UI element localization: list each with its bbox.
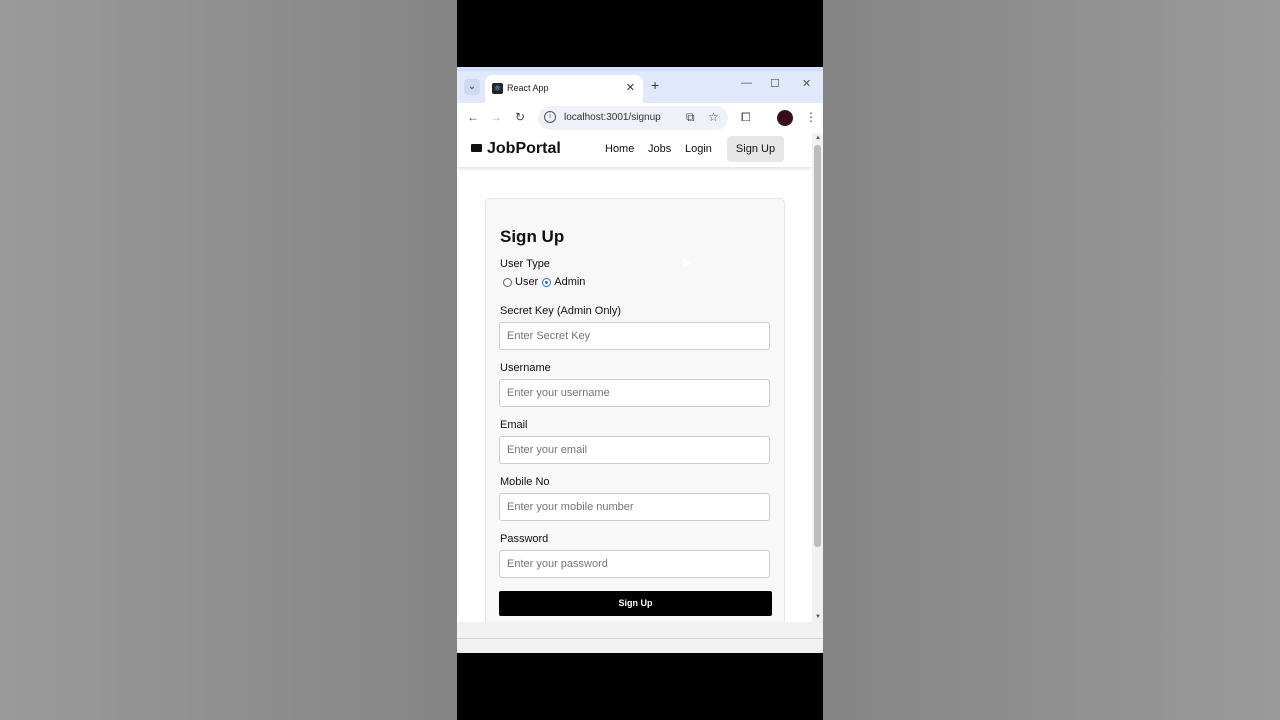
password-input[interactable]: Enter your password xyxy=(499,550,770,578)
signup-card: Sign Up User Type User Admin Secret Key … xyxy=(485,198,785,622)
browser-tab[interactable]: ⚛ React App ✕ xyxy=(485,75,643,103)
url-text: localhost:3001/signup xyxy=(564,112,661,123)
tab-search-chevron-icon[interactable]: ⌄ xyxy=(464,79,480,95)
form-title: Sign Up xyxy=(500,227,565,246)
nav-home-link[interactable]: Home xyxy=(605,143,634,155)
signup-submit-button[interactable]: Sign Up xyxy=(499,591,772,616)
site-info-icon[interactable]: i xyxy=(544,111,556,123)
briefcase-icon xyxy=(471,144,482,152)
close-window-icon[interactable]: ✕ xyxy=(802,77,811,90)
background-right xyxy=(823,0,1280,720)
nav-login-link[interactable]: Login xyxy=(685,143,712,155)
username-input[interactable]: Enter your username xyxy=(499,379,770,407)
bottom-bar xyxy=(457,622,823,653)
forward-arrow-icon[interactable]: → xyxy=(490,110,502,124)
tab-strip: ⌄ ⚛ React App ✕ + — ☐ ✕ xyxy=(457,71,823,103)
new-tab-icon[interactable]: + xyxy=(651,77,659,93)
email-label: Email xyxy=(500,419,528,431)
username-label: Username xyxy=(500,362,551,374)
tab-title: React App xyxy=(507,83,549,93)
extensions-icon[interactable]: ⧠ xyxy=(741,110,751,125)
user-type-label: User Type xyxy=(500,258,550,270)
user-radio[interactable] xyxy=(503,277,512,287)
brand-logo[interactable]: JobPortal xyxy=(471,140,561,158)
bottom-divider xyxy=(457,638,823,639)
mobile-label: Mobile No xyxy=(500,476,550,488)
browser-toolbar: ← → ↻ i localhost:3001/signup ⧉ ☆ ⧠ ⋮ xyxy=(457,103,823,133)
page-scrollbar[interactable]: ▲ ▼ xyxy=(812,133,823,622)
user-type-radio-group: User Admin xyxy=(503,276,589,288)
close-tab-icon[interactable]: ✕ xyxy=(626,81,635,94)
maximize-icon[interactable]: ☐ xyxy=(770,77,780,90)
secret-key-input[interactable]: Enter Secret Key xyxy=(499,322,770,350)
scroll-thumb[interactable] xyxy=(814,145,821,547)
user-radio-label[interactable]: User xyxy=(515,276,538,288)
admin-radio[interactable] xyxy=(542,277,552,287)
scroll-down-arrow-icon[interactable]: ▼ xyxy=(815,614,821,620)
address-bar[interactable]: i localhost:3001/signup ⧉ ☆ xyxy=(538,106,728,130)
install-app-icon[interactable]: ⧉ xyxy=(686,110,695,125)
scroll-up-arrow-icon[interactable]: ▲ xyxy=(815,135,821,141)
admin-radio-label[interactable]: Admin xyxy=(554,276,585,288)
profile-avatar[interactable] xyxy=(777,110,793,126)
password-label: Password xyxy=(500,533,549,545)
site-navbar: JobPortal Home Jobs Login Sign Up xyxy=(457,133,812,167)
page-viewport: JobPortal Home Jobs Login Sign Up Sign U… xyxy=(457,133,812,622)
brand-name: JobPortal xyxy=(487,140,561,157)
background-left xyxy=(0,0,457,720)
browser-window: ⌄ ⚛ React App ✕ + — ☐ ✕ ← → ↻ i localhos… xyxy=(457,67,823,622)
nav-signup-button[interactable]: Sign Up xyxy=(727,136,784,162)
reload-icon[interactable]: ↻ xyxy=(515,110,525,124)
bookmark-star-icon[interactable]: ☆ xyxy=(708,110,719,124)
back-arrow-icon[interactable]: ← xyxy=(467,110,479,124)
more-menu-icon[interactable]: ⋮ xyxy=(805,110,817,124)
email-input[interactable]: Enter your email xyxy=(499,436,770,464)
nav-jobs-link[interactable]: Jobs xyxy=(648,143,671,155)
secret-key-label: Secret Key (Admin Only) xyxy=(500,305,622,317)
mobile-input[interactable]: Enter your mobile number xyxy=(499,493,770,521)
react-favicon-icon: ⚛ xyxy=(492,83,503,94)
phone-frame: ⌄ ⚛ React App ✕ + — ☐ ✕ ← → ↻ i localhos… xyxy=(457,0,823,720)
minimize-icon[interactable]: — xyxy=(741,77,752,89)
